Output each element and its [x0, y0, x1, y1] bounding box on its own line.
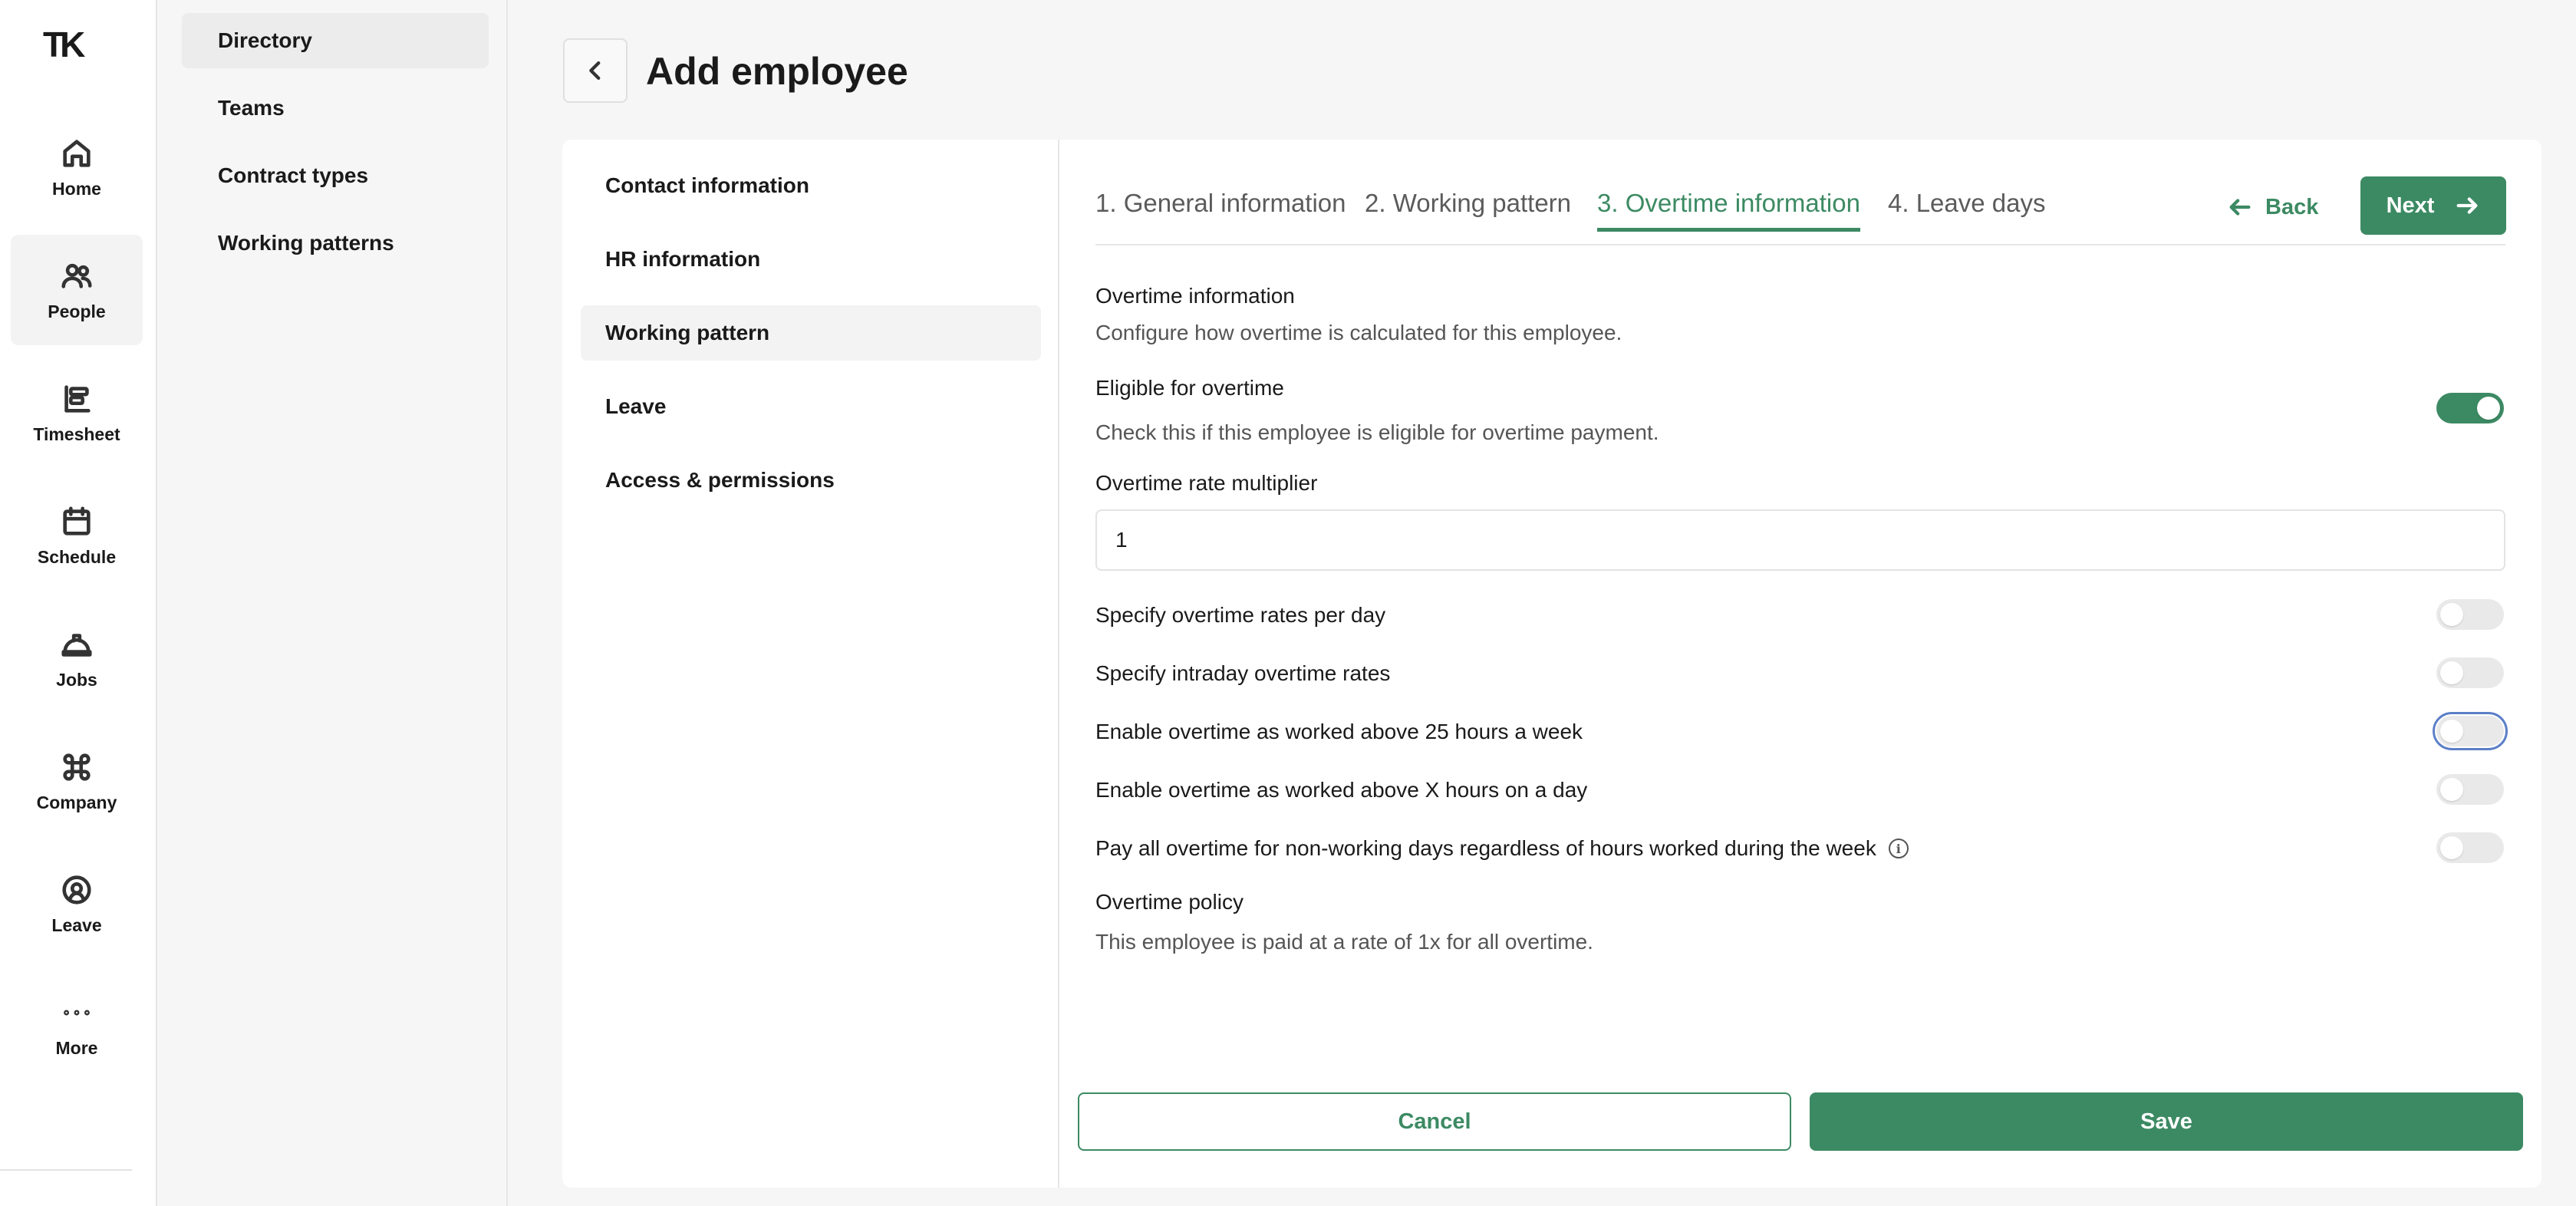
- arrow-left-icon: [2229, 199, 2251, 216]
- eligible-toggle[interactable]: [2436, 393, 2504, 423]
- employee-form-card: Contact information HR information Worki…: [562, 140, 2541, 1188]
- section-item-working-pattern[interactable]: Working pattern: [581, 305, 1041, 361]
- chevron-left-icon: [589, 61, 601, 81]
- subnav-item-directory[interactable]: Directory: [182, 13, 489, 68]
- leave-icon: [62, 875, 91, 904]
- rail-item-jobs[interactable]: Jobs: [11, 603, 143, 713]
- step-next-label: Next: [2386, 193, 2435, 218]
- toggle-knob: [2440, 778, 2463, 801]
- intraday-rates-toggle[interactable]: [2436, 657, 2504, 688]
- toggle-knob: [2440, 661, 2463, 684]
- toggle-knob: [2440, 720, 2463, 743]
- people-icon: [61, 263, 92, 288]
- toggle-label-weekly-hours: Enable overtime as worked above 25 hours…: [1095, 720, 1583, 744]
- rail-item-home[interactable]: Home: [11, 112, 143, 222]
- timesheet-icon: [64, 384, 91, 413]
- step-back-button[interactable]: Back: [2227, 178, 2342, 236]
- rail-item-label: Home: [52, 178, 101, 199]
- toggle-knob: [2440, 836, 2463, 859]
- overtime-heading: Overtime information: [1095, 284, 1295, 308]
- step-tabs-divider: [1095, 244, 2505, 245]
- rail-item-more[interactable]: More: [11, 971, 143, 1082]
- rail-item-label: Jobs: [56, 669, 97, 690]
- home-icon: [63, 139, 91, 167]
- step-tab-overtime-information[interactable]: 3. Overtime information: [1597, 184, 1860, 232]
- info-icon[interactable]: i: [1888, 839, 1909, 858]
- toggle-label-text: Pay all overtime for non-working days re…: [1095, 836, 1876, 860]
- rail-item-label: More: [55, 1037, 98, 1058]
- rail-item-timesheet[interactable]: Timesheet: [11, 358, 143, 468]
- step-tab-leave-days[interactable]: 4. Leave days: [1888, 184, 2045, 232]
- step-tab-general-information[interactable]: 1. General information: [1095, 184, 1346, 232]
- overtime-description: Configure how overtime is calculated for…: [1095, 321, 1622, 344]
- rail-item-label: Schedule: [37, 546, 117, 567]
- section-item-contact-information[interactable]: Contact information: [581, 158, 1041, 213]
- toggle-label-text: Enable overtime as worked above 25 hours…: [1095, 720, 1583, 743]
- hardhat-icon: [61, 633, 92, 657]
- page-title: Add employee: [646, 50, 908, 93]
- arrow-right-icon: [2456, 197, 2478, 214]
- step-tab-working-pattern[interactable]: 2. Working pattern: [1365, 184, 1571, 232]
- toggle-label-daily-hours: Enable overtime as worked above X hours …: [1095, 778, 1587, 802]
- subnav-item-contract-types[interactable]: Contract types: [182, 148, 489, 203]
- policy-description: This employee is paid at a rate of 1x fo…: [1095, 930, 1593, 954]
- toggle-label-non-working-days: Pay all overtime for non-working days re…: [1095, 836, 1909, 861]
- section-nav: Contact information HR information Worki…: [562, 140, 1059, 1188]
- subnav-item-teams[interactable]: Teams: [182, 81, 489, 136]
- subnav-item-working-patterns[interactable]: Working patterns: [182, 216, 489, 271]
- rail-item-schedule[interactable]: Schedule: [11, 480, 143, 591]
- toggle-label-text: Specify overtime rates per day: [1095, 603, 1386, 627]
- rail-item-leave[interactable]: Leave: [11, 848, 143, 959]
- app-logo[interactable]: TK: [43, 26, 89, 63]
- save-button[interactable]: Save: [1810, 1092, 2523, 1151]
- step-back-label: Back: [2265, 194, 2319, 219]
- rail-item-company[interactable]: Company: [11, 726, 143, 836]
- rail-item-label: People: [48, 301, 106, 321]
- toggle-knob: [2440, 603, 2463, 626]
- daily-hours-toggle[interactable]: [2436, 774, 2504, 805]
- rail-item-label: Timesheet: [33, 423, 120, 444]
- rates-per-day-toggle[interactable]: [2436, 599, 2504, 630]
- rail-divider: [0, 1169, 132, 1171]
- cancel-button[interactable]: Cancel: [1078, 1092, 1791, 1151]
- eligible-description: Check this if this employee is eligible …: [1095, 420, 1659, 444]
- people-subnav: Directory Teams Contract types Working p…: [159, 0, 508, 1206]
- toggle-label-text: Enable overtime as worked above X hours …: [1095, 778, 1588, 802]
- rail-item-label: Company: [36, 792, 117, 812]
- eligible-label: Eligible for overtime: [1095, 376, 1284, 400]
- toggle-label-intraday-rates: Specify intraday overtime rates: [1095, 661, 1390, 686]
- page-back-button[interactable]: [563, 38, 628, 103]
- rail-item-label: Leave: [51, 914, 102, 935]
- command-icon: [63, 753, 91, 781]
- multiplier-label: Overtime rate multiplier: [1095, 471, 1318, 495]
- rail-item-people[interactable]: People: [11, 235, 143, 345]
- toggle-label-rates-per-day: Specify overtime rates per day: [1095, 603, 1385, 628]
- toggle-label-text: Specify intraday overtime rates: [1095, 661, 1391, 685]
- more-dots-icon: [64, 1010, 90, 1015]
- calendar-icon: [63, 506, 91, 535]
- toggle-knob: [2477, 397, 2500, 420]
- non-working-days-toggle[interactable]: [2436, 832, 2504, 863]
- section-item-hr-information[interactable]: HR information: [581, 232, 1041, 287]
- step-next-button[interactable]: Next: [2360, 176, 2506, 235]
- weekly-hours-toggle[interactable]: [2433, 712, 2508, 750]
- policy-heading: Overtime policy: [1095, 890, 1244, 914]
- section-item-leave[interactable]: Leave: [581, 379, 1041, 434]
- section-item-access-permissions[interactable]: Access & permissions: [581, 453, 1041, 508]
- app-rail: TK Home People Timesheet Schedule Jobs C…: [0, 0, 157, 1206]
- multiplier-input[interactable]: [1095, 509, 2505, 571]
